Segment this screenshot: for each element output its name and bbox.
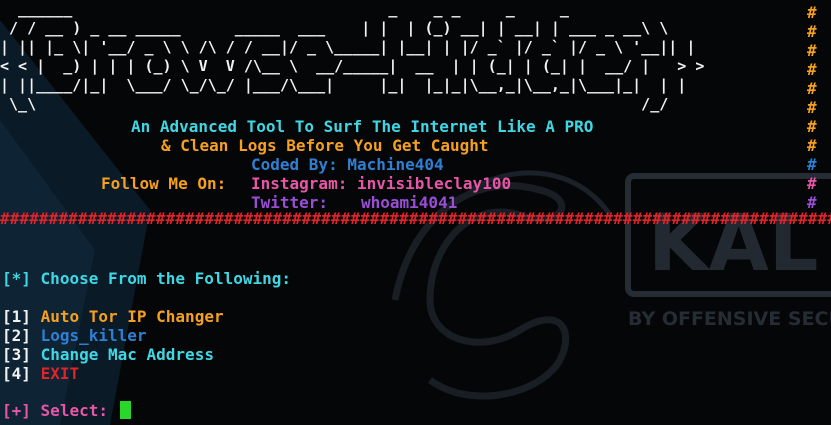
- menu-option-3: [3] Change Mac Address: [2, 345, 214, 364]
- menu-prompt: [*] Choose From the Following:: [2, 269, 291, 288]
- select-bracket: [+]: [2, 401, 31, 420]
- instagram-handle: Instagram: invisibleclay100: [251, 174, 512, 193]
- coded-by-credit: Coded By: Machine404: [251, 155, 444, 174]
- option-number: 3: [11, 345, 22, 364]
- menu-option-1: [1] Auto Tor IP Changer: [2, 307, 224, 326]
- border-hash: #: [807, 136, 817, 155]
- border-hash: #: [807, 79, 817, 98]
- option-label: Change Mac Address: [40, 345, 214, 364]
- follow-label: Follow Me On:: [101, 174, 227, 193]
- ascii-art-banner: ______ _ _ _ _ _ / / __ ) _ __ _____ ___…: [0, 0, 705, 113]
- menu-option-4: [4] EXIT: [2, 364, 80, 383]
- select-prompt[interactable]: [+] Select:: [2, 401, 131, 420]
- border-hash: #: [807, 60, 817, 79]
- select-label: Select:: [40, 401, 108, 420]
- option-number: 4: [11, 364, 22, 383]
- border-hash: #: [807, 3, 817, 22]
- border-hash: #: [807, 22, 817, 41]
- tagline-line1: An Advanced Tool To Surf The Internet Li…: [131, 117, 594, 136]
- option-label: Logs_killer: [40, 326, 147, 345]
- divider-line: ########################################…: [0, 209, 831, 228]
- terminal-cursor[interactable]: [119, 401, 131, 419]
- option-label: EXIT: [40, 364, 80, 383]
- border-hash: #: [807, 155, 817, 174]
- option-label: Auto Tor IP Changer: [40, 307, 224, 326]
- terminal-window: ______ _ _ _ _ _ / / __ ) _ __ _____ ___…: [0, 0, 831, 425]
- menu-option-2: [2] Logs_killer: [2, 326, 147, 345]
- option-number: 2: [11, 326, 22, 345]
- border-hash: #: [807, 41, 817, 60]
- border-hash: #: [807, 117, 817, 136]
- prompt-text: Choose From the Following:: [40, 269, 291, 288]
- border-hash: #: [807, 174, 817, 193]
- prompt-bracket: [*]: [2, 269, 31, 288]
- border-hash: #: [807, 98, 817, 117]
- tagline-line2: & Clean Logs Before You Get Caught: [161, 136, 489, 155]
- option-number: 1: [11, 307, 22, 326]
